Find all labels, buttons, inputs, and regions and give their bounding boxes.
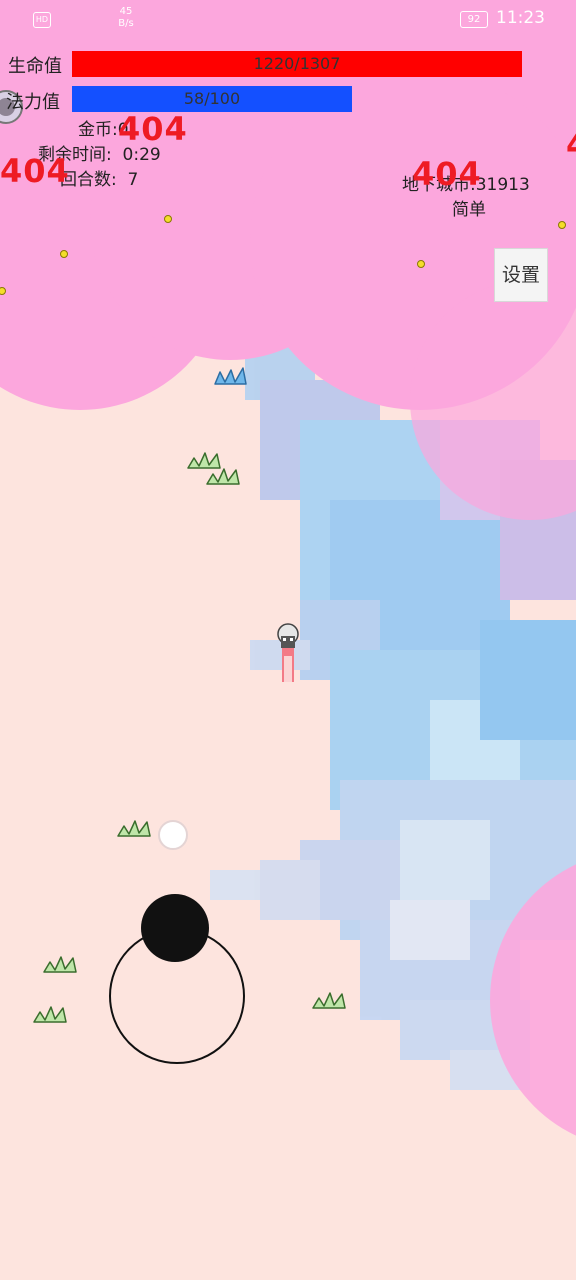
coin (558, 221, 566, 229)
battery-icon: 92 (460, 11, 488, 28)
clock: 11:23 (496, 8, 545, 28)
network-speed-unit: B/s (118, 18, 134, 29)
damage-number: 404 (412, 155, 482, 193)
damage-number: 404 (118, 110, 188, 148)
status-bar: HD 45 B/s 92 11:23 (0, 0, 576, 40)
coin (60, 250, 68, 258)
network-speed-value: 45 (119, 6, 133, 17)
mp-bar-text: 58/100 (183, 89, 241, 108)
hd-indicator: HD (33, 12, 51, 28)
round-counter: 回合数: 7 (60, 170, 139, 190)
hp-bar-text: 1220/1307 (253, 54, 341, 73)
damage-number: 404 (0, 152, 70, 190)
mp-bar: 58/100 (72, 86, 352, 112)
coin (164, 215, 172, 223)
mp-label: 法力值 (6, 92, 60, 113)
coin (0, 287, 6, 295)
hp-label: 生命值 (8, 56, 62, 77)
damage-number: 404 (566, 126, 576, 164)
settings-button[interactable]: 设置 (494, 248, 548, 302)
damage-number-clip: 404 (560, 126, 576, 166)
network-speed: 45 B/s (110, 6, 142, 30)
projectile-orb (158, 820, 188, 850)
joystick-knob (141, 894, 209, 962)
hp-bar: 1220/1307 (72, 51, 522, 77)
difficulty-label: 简单 (452, 200, 486, 220)
coin (417, 260, 425, 268)
